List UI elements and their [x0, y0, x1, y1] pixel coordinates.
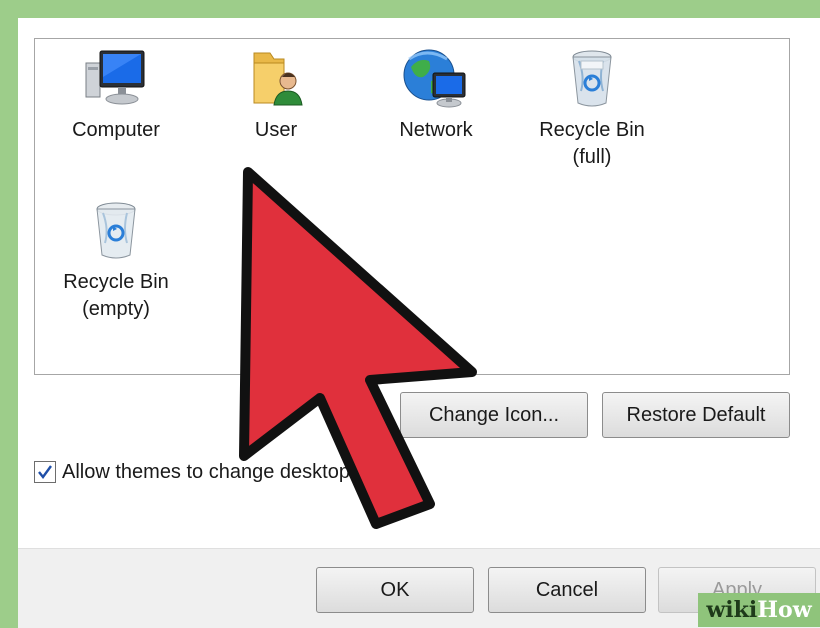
watermark-part1: wiki: [706, 597, 758, 623]
watermark-part2: How: [757, 597, 812, 623]
wikihow-watermark: wiki How: [698, 593, 820, 627]
red-pointer-arrow: [239, 167, 477, 529]
